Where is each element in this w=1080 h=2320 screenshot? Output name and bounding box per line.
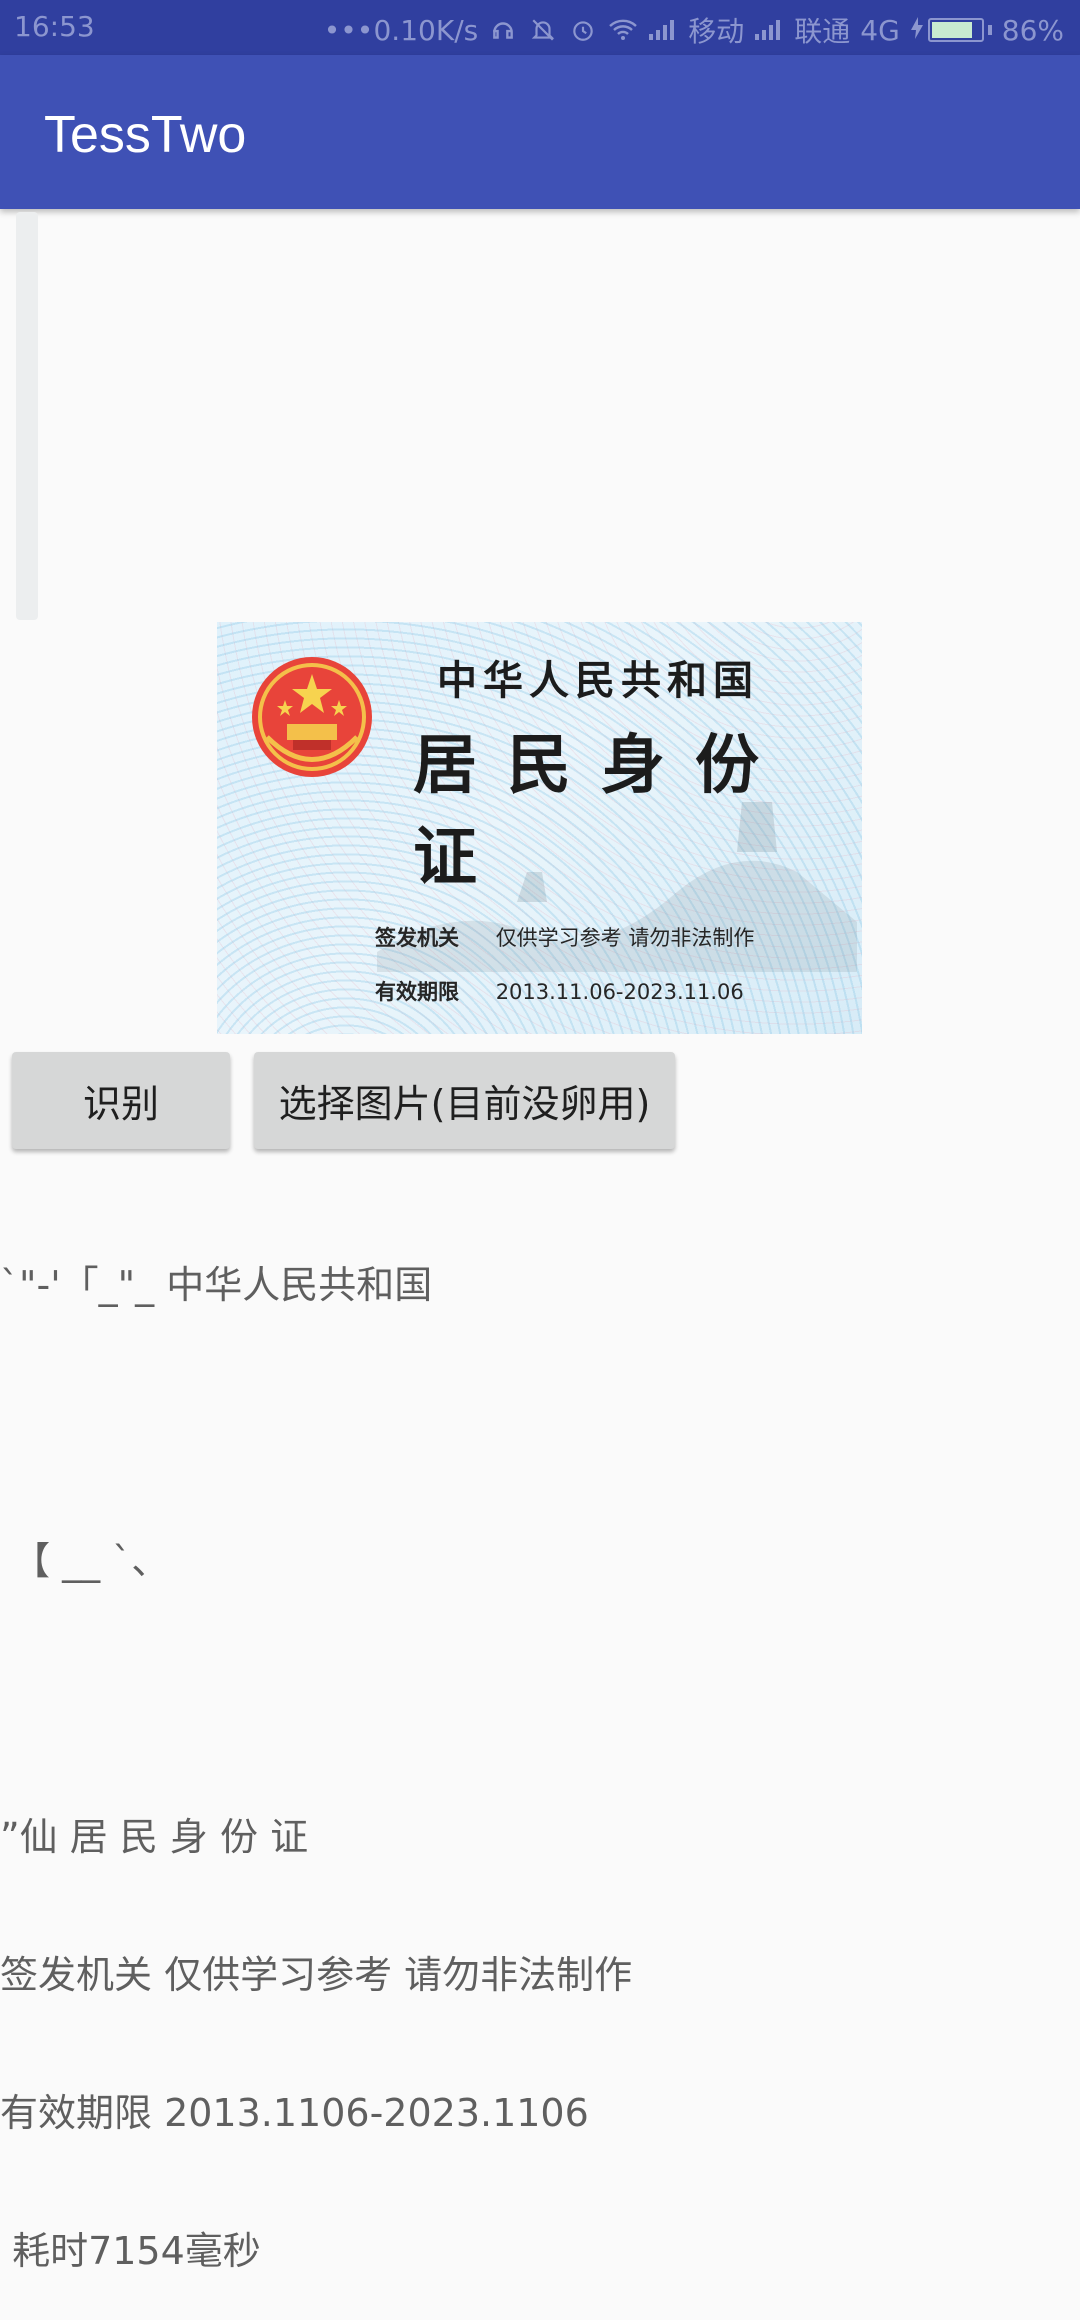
scroll-area[interactable] bbox=[16, 212, 38, 620]
battery-icon bbox=[927, 18, 984, 42]
result-line: 耗时7154毫秒 bbox=[0, 2229, 261, 2273]
card-validity-value: 2013.11.06-2023.11.06 bbox=[495, 980, 744, 1004]
signal-icon bbox=[754, 15, 784, 45]
carrier-2: 联通 bbox=[794, 15, 851, 48]
network-speed: 0.10K/s bbox=[373, 13, 479, 47]
national-emblem-icon bbox=[252, 657, 372, 777]
status-bar: 16:53 ••• 0.10K/s 移动 联通 4G 86% bbox=[0, 0, 1080, 55]
ocr-result-text: `"-'「_"_ 中华人民共和国 【 __ `、 ”仙 居 民 身 份 证 签发… bbox=[0, 1170, 1080, 2320]
signal-icon bbox=[648, 15, 678, 45]
card-validity-row: 有效期限 2013.11.06-2023.11.06 bbox=[375, 976, 744, 1006]
id-card-image: 中华人民共和国 居民身份证 签发机关 仅供学习参考 请勿非法制作 有效期限 20… bbox=[217, 622, 862, 1034]
app-bar: TessTwo bbox=[0, 55, 1080, 209]
headset-icon bbox=[488, 15, 518, 45]
app-title: TessTwo bbox=[44, 106, 247, 164]
card-validity-label: 有效期限 bbox=[375, 980, 459, 1004]
wifi-icon bbox=[608, 15, 638, 45]
result-line bbox=[0, 1676, 1080, 1722]
status-time: 16:53 bbox=[14, 10, 95, 43]
result-line: `"-'「_"_ 中华人民共和国 bbox=[0, 1263, 433, 1307]
card-issuer-value: 仅供学习参考 请勿非法制作 bbox=[495, 926, 755, 950]
carrier-1: 移动 bbox=[688, 15, 745, 48]
more-icon: ••• bbox=[323, 13, 374, 47]
result-line: ”仙 居 民 身 份 证 bbox=[0, 1815, 309, 1859]
result-line: 签发机关 仅供学习参考 请勿非法制作 bbox=[0, 1953, 633, 1997]
battery-indicator bbox=[910, 14, 992, 47]
battery-percent: 86% bbox=[1001, 13, 1064, 47]
alarm-icon bbox=[568, 15, 598, 45]
result-line: 【 __ `、 bbox=[0, 1539, 170, 1583]
status-icons: ••• 0.10K/s 移动 联通 4G 86% bbox=[323, 10, 1064, 50]
recognize-button[interactable]: 识别 bbox=[12, 1052, 230, 1149]
network-type: 4G bbox=[860, 13, 900, 47]
card-issuer-row: 签发机关 仅供学习参考 请勿非法制作 bbox=[375, 922, 754, 952]
card-country-title: 中华人民共和国 bbox=[437, 657, 759, 704]
select-image-button[interactable]: 选择图片(目前没卵用) bbox=[254, 1052, 675, 1149]
result-line bbox=[0, 1400, 1080, 1446]
mute-icon bbox=[528, 15, 558, 45]
charging-icon bbox=[910, 14, 924, 47]
card-issuer-label: 签发机关 bbox=[375, 926, 459, 950]
result-line: 有效期限 2013.1106-2023.1106 bbox=[0, 2091, 589, 2135]
